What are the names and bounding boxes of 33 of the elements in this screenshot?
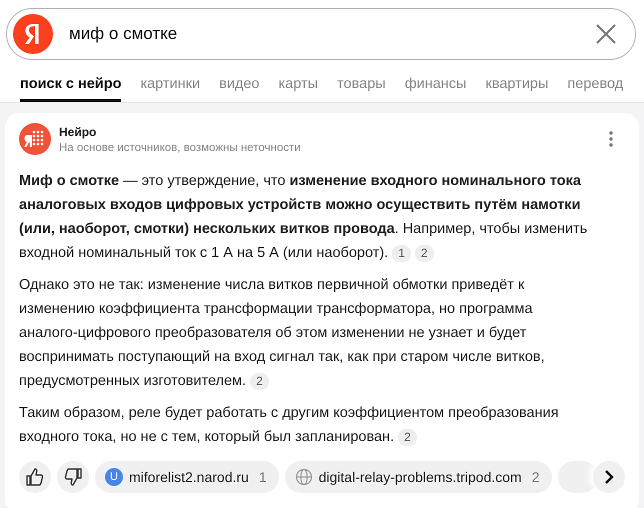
source-chip[interactable]: U miforelist2.narod.ru 1 [95,461,279,493]
answer-title: Нейро [59,124,98,138]
thumbs-down-icon [63,467,83,487]
source-name: digital-relay-problems.tripod.com [318,469,522,485]
tab[interactable]: картинки [140,76,200,102]
next-button[interactable] [593,461,625,493]
tab[interactable]: перевод [567,76,624,102]
globe-icon [294,468,313,486]
like-button[interactable] [19,461,51,493]
answer-subtitle: На основе источников, возможны неточности [59,142,302,154]
tab[interactable]: товары [337,76,386,102]
answer-paragraph: Однако это не так: изменение числа витков первичной обмотки приведёт к изменению коэффициента трансформации трансформатора, но программа аналого-цифрового преобразователя об этом изменении не узнает и будет воспринимать поступающий на вход сигнал так, как при старом числе витков, предусмотренных изготовителем. 2 [19,276,546,392]
source-chip[interactable]: digital-relay-problems.tripod.com 2 [284,461,552,493]
answer-paragraph: Таким образом, реле будет работать с другим коэффициентом преобразования входного тока, но не с тем, который был запланирован. 2 [19,404,560,448]
search-bar[interactable]: миф о смотке [6,8,636,60]
source-count: 1 [258,469,267,485]
tab[interactable]: финансы [404,76,466,102]
neuro-logo-icon [19,123,51,155]
site-letter-icon: U [105,468,123,486]
answer-paragraph: Миф о смотке — это утверждение, что изменение входного номинального тока аналоговых входов цифровых устройств можно осуществить путём намотки (или, наоборот, смотки) нескольких витков провода. Например, чтобы изменить входной номинальный ток с 1 А на 5 А (или наоборот). 1 2 [19,172,588,264]
tab[interactable]: поиск с нейро [20,76,122,102]
search-field[interactable]: миф о смотке [67,23,595,45]
logo-icon[interactable] [13,14,53,54]
source-name: miforelist2.narod.ru [129,469,249,485]
thumbs-up-icon [25,467,45,487]
chevron-right-icon [603,469,615,485]
more-icon[interactable] [609,131,613,147]
dislike-button[interactable] [57,461,89,493]
tab[interactable]: карты [278,76,318,102]
source-count: 2 [532,469,540,485]
tab[interactable]: квартиры [485,76,548,102]
close-icon[interactable] [595,23,617,45]
tab[interactable]: видео [219,76,260,102]
